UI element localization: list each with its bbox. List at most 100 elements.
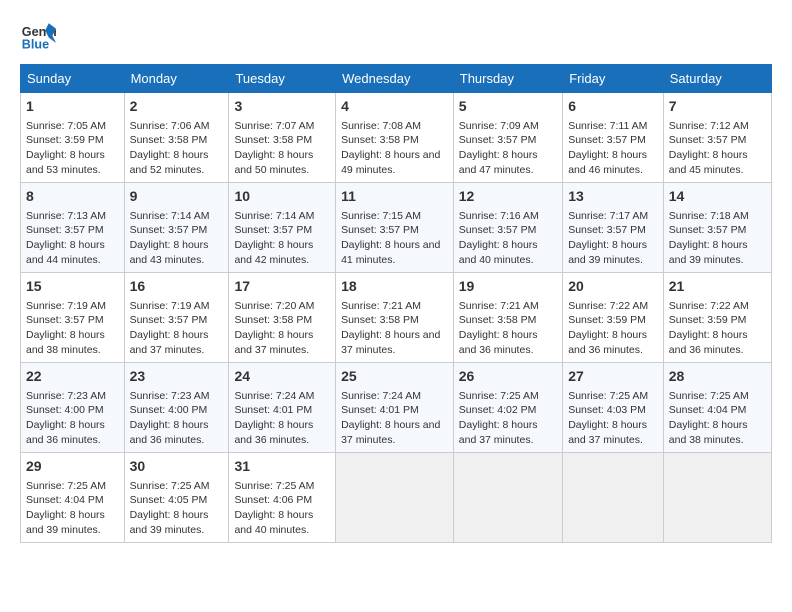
day-info: Sunrise: 7:23 AMSunset: 4:00 PMDaylight:…	[26, 389, 119, 448]
day-number: 14	[669, 187, 766, 207]
day-cell-7: 7Sunrise: 7:12 AMSunset: 3:57 PMDaylight…	[663, 93, 771, 183]
day-number: 12	[459, 187, 557, 207]
day-cell-2: 2Sunrise: 7:06 AMSunset: 3:58 PMDaylight…	[124, 93, 229, 183]
day-number: 27	[568, 367, 658, 387]
day-cell-13: 13Sunrise: 7:17 AMSunset: 3:57 PMDayligh…	[563, 183, 664, 273]
day-number: 25	[341, 367, 448, 387]
day-info: Sunrise: 7:14 AMSunset: 3:57 PMDaylight:…	[130, 209, 224, 268]
day-number: 8	[26, 187, 119, 207]
day-cell-9: 9Sunrise: 7:14 AMSunset: 3:57 PMDaylight…	[124, 183, 229, 273]
day-cell-23: 23Sunrise: 7:23 AMSunset: 4:00 PMDayligh…	[124, 363, 229, 453]
day-cell-6: 6Sunrise: 7:11 AMSunset: 3:57 PMDaylight…	[563, 93, 664, 183]
day-number: 29	[26, 457, 119, 477]
day-cell-22: 22Sunrise: 7:23 AMSunset: 4:00 PMDayligh…	[21, 363, 125, 453]
day-cell-26: 26Sunrise: 7:25 AMSunset: 4:02 PMDayligh…	[453, 363, 562, 453]
day-cell-19: 19Sunrise: 7:21 AMSunset: 3:58 PMDayligh…	[453, 273, 562, 363]
weekday-header-thursday: Thursday	[453, 65, 562, 93]
day-info: Sunrise: 7:25 AMSunset: 4:06 PMDaylight:…	[234, 479, 330, 538]
day-info: Sunrise: 7:25 AMSunset: 4:04 PMDaylight:…	[26, 479, 119, 538]
day-cell-14: 14Sunrise: 7:18 AMSunset: 3:57 PMDayligh…	[663, 183, 771, 273]
week-row-4: 22Sunrise: 7:23 AMSunset: 4:00 PMDayligh…	[21, 363, 772, 453]
day-cell-17: 17Sunrise: 7:20 AMSunset: 3:58 PMDayligh…	[229, 273, 336, 363]
day-info: Sunrise: 7:13 AMSunset: 3:57 PMDaylight:…	[26, 209, 119, 268]
empty-cell	[453, 453, 562, 543]
day-cell-29: 29Sunrise: 7:25 AMSunset: 4:04 PMDayligh…	[21, 453, 125, 543]
day-info: Sunrise: 7:19 AMSunset: 3:57 PMDaylight:…	[26, 299, 119, 358]
day-cell-1: 1Sunrise: 7:05 AMSunset: 3:59 PMDaylight…	[21, 93, 125, 183]
day-number: 9	[130, 187, 224, 207]
day-cell-21: 21Sunrise: 7:22 AMSunset: 3:59 PMDayligh…	[663, 273, 771, 363]
day-number: 6	[568, 97, 658, 117]
day-number: 19	[459, 277, 557, 297]
day-info: Sunrise: 7:25 AMSunset: 4:05 PMDaylight:…	[130, 479, 224, 538]
weekday-header-wednesday: Wednesday	[336, 65, 454, 93]
day-info: Sunrise: 7:24 AMSunset: 4:01 PMDaylight:…	[341, 389, 448, 448]
empty-cell	[563, 453, 664, 543]
day-cell-24: 24Sunrise: 7:24 AMSunset: 4:01 PMDayligh…	[229, 363, 336, 453]
weekday-header-row: SundayMondayTuesdayWednesdayThursdayFrid…	[21, 65, 772, 93]
day-number: 1	[26, 97, 119, 117]
day-info: Sunrise: 7:25 AMSunset: 4:02 PMDaylight:…	[459, 389, 557, 448]
day-info: Sunrise: 7:07 AMSunset: 3:58 PMDaylight:…	[234, 119, 330, 178]
day-cell-3: 3Sunrise: 7:07 AMSunset: 3:58 PMDaylight…	[229, 93, 336, 183]
day-cell-15: 15Sunrise: 7:19 AMSunset: 3:57 PMDayligh…	[21, 273, 125, 363]
weekday-header-tuesday: Tuesday	[229, 65, 336, 93]
weekday-header-monday: Monday	[124, 65, 229, 93]
day-info: Sunrise: 7:20 AMSunset: 3:58 PMDaylight:…	[234, 299, 330, 358]
weekday-header-friday: Friday	[563, 65, 664, 93]
week-row-5: 29Sunrise: 7:25 AMSunset: 4:04 PMDayligh…	[21, 453, 772, 543]
day-number: 3	[234, 97, 330, 117]
day-cell-10: 10Sunrise: 7:14 AMSunset: 3:57 PMDayligh…	[229, 183, 336, 273]
day-info: Sunrise: 7:18 AMSunset: 3:57 PMDaylight:…	[669, 209, 766, 268]
logo: General Blue	[20, 16, 56, 52]
day-info: Sunrise: 7:21 AMSunset: 3:58 PMDaylight:…	[459, 299, 557, 358]
day-info: Sunrise: 7:22 AMSunset: 3:59 PMDaylight:…	[669, 299, 766, 358]
day-info: Sunrise: 7:05 AMSunset: 3:59 PMDaylight:…	[26, 119, 119, 178]
day-info: Sunrise: 7:24 AMSunset: 4:01 PMDaylight:…	[234, 389, 330, 448]
day-info: Sunrise: 7:19 AMSunset: 3:57 PMDaylight:…	[130, 299, 224, 358]
day-info: Sunrise: 7:25 AMSunset: 4:04 PMDaylight:…	[669, 389, 766, 448]
day-info: Sunrise: 7:16 AMSunset: 3:57 PMDaylight:…	[459, 209, 557, 268]
day-cell-18: 18Sunrise: 7:21 AMSunset: 3:58 PMDayligh…	[336, 273, 454, 363]
day-number: 11	[341, 187, 448, 207]
day-cell-20: 20Sunrise: 7:22 AMSunset: 3:59 PMDayligh…	[563, 273, 664, 363]
week-row-1: 1Sunrise: 7:05 AMSunset: 3:59 PMDaylight…	[21, 93, 772, 183]
day-info: Sunrise: 7:06 AMSunset: 3:58 PMDaylight:…	[130, 119, 224, 178]
day-cell-8: 8Sunrise: 7:13 AMSunset: 3:57 PMDaylight…	[21, 183, 125, 273]
day-number: 4	[341, 97, 448, 117]
day-cell-12: 12Sunrise: 7:16 AMSunset: 3:57 PMDayligh…	[453, 183, 562, 273]
day-info: Sunrise: 7:23 AMSunset: 4:00 PMDaylight:…	[130, 389, 224, 448]
day-cell-16: 16Sunrise: 7:19 AMSunset: 3:57 PMDayligh…	[124, 273, 229, 363]
day-info: Sunrise: 7:08 AMSunset: 3:58 PMDaylight:…	[341, 119, 448, 178]
day-number: 13	[568, 187, 658, 207]
header: General Blue	[20, 16, 772, 52]
day-info: Sunrise: 7:21 AMSunset: 3:58 PMDaylight:…	[341, 299, 448, 358]
day-number: 10	[234, 187, 330, 207]
day-number: 28	[669, 367, 766, 387]
day-cell-31: 31Sunrise: 7:25 AMSunset: 4:06 PMDayligh…	[229, 453, 336, 543]
day-number: 18	[341, 277, 448, 297]
day-info: Sunrise: 7:17 AMSunset: 3:57 PMDaylight:…	[568, 209, 658, 268]
day-info: Sunrise: 7:11 AMSunset: 3:57 PMDaylight:…	[568, 119, 658, 178]
day-info: Sunrise: 7:15 AMSunset: 3:57 PMDaylight:…	[341, 209, 448, 268]
day-number: 20	[568, 277, 658, 297]
day-number: 16	[130, 277, 224, 297]
weekday-header-sunday: Sunday	[21, 65, 125, 93]
day-number: 7	[669, 97, 766, 117]
day-info: Sunrise: 7:09 AMSunset: 3:57 PMDaylight:…	[459, 119, 557, 178]
day-number: 2	[130, 97, 224, 117]
weekday-header-saturday: Saturday	[663, 65, 771, 93]
day-number: 17	[234, 277, 330, 297]
day-number: 26	[459, 367, 557, 387]
day-number: 23	[130, 367, 224, 387]
week-row-2: 8Sunrise: 7:13 AMSunset: 3:57 PMDaylight…	[21, 183, 772, 273]
day-cell-4: 4Sunrise: 7:08 AMSunset: 3:58 PMDaylight…	[336, 93, 454, 183]
day-info: Sunrise: 7:22 AMSunset: 3:59 PMDaylight:…	[568, 299, 658, 358]
day-cell-5: 5Sunrise: 7:09 AMSunset: 3:57 PMDaylight…	[453, 93, 562, 183]
day-number: 15	[26, 277, 119, 297]
day-number: 21	[669, 277, 766, 297]
day-info: Sunrise: 7:14 AMSunset: 3:57 PMDaylight:…	[234, 209, 330, 268]
day-cell-28: 28Sunrise: 7:25 AMSunset: 4:04 PMDayligh…	[663, 363, 771, 453]
day-cell-27: 27Sunrise: 7:25 AMSunset: 4:03 PMDayligh…	[563, 363, 664, 453]
day-number: 31	[234, 457, 330, 477]
